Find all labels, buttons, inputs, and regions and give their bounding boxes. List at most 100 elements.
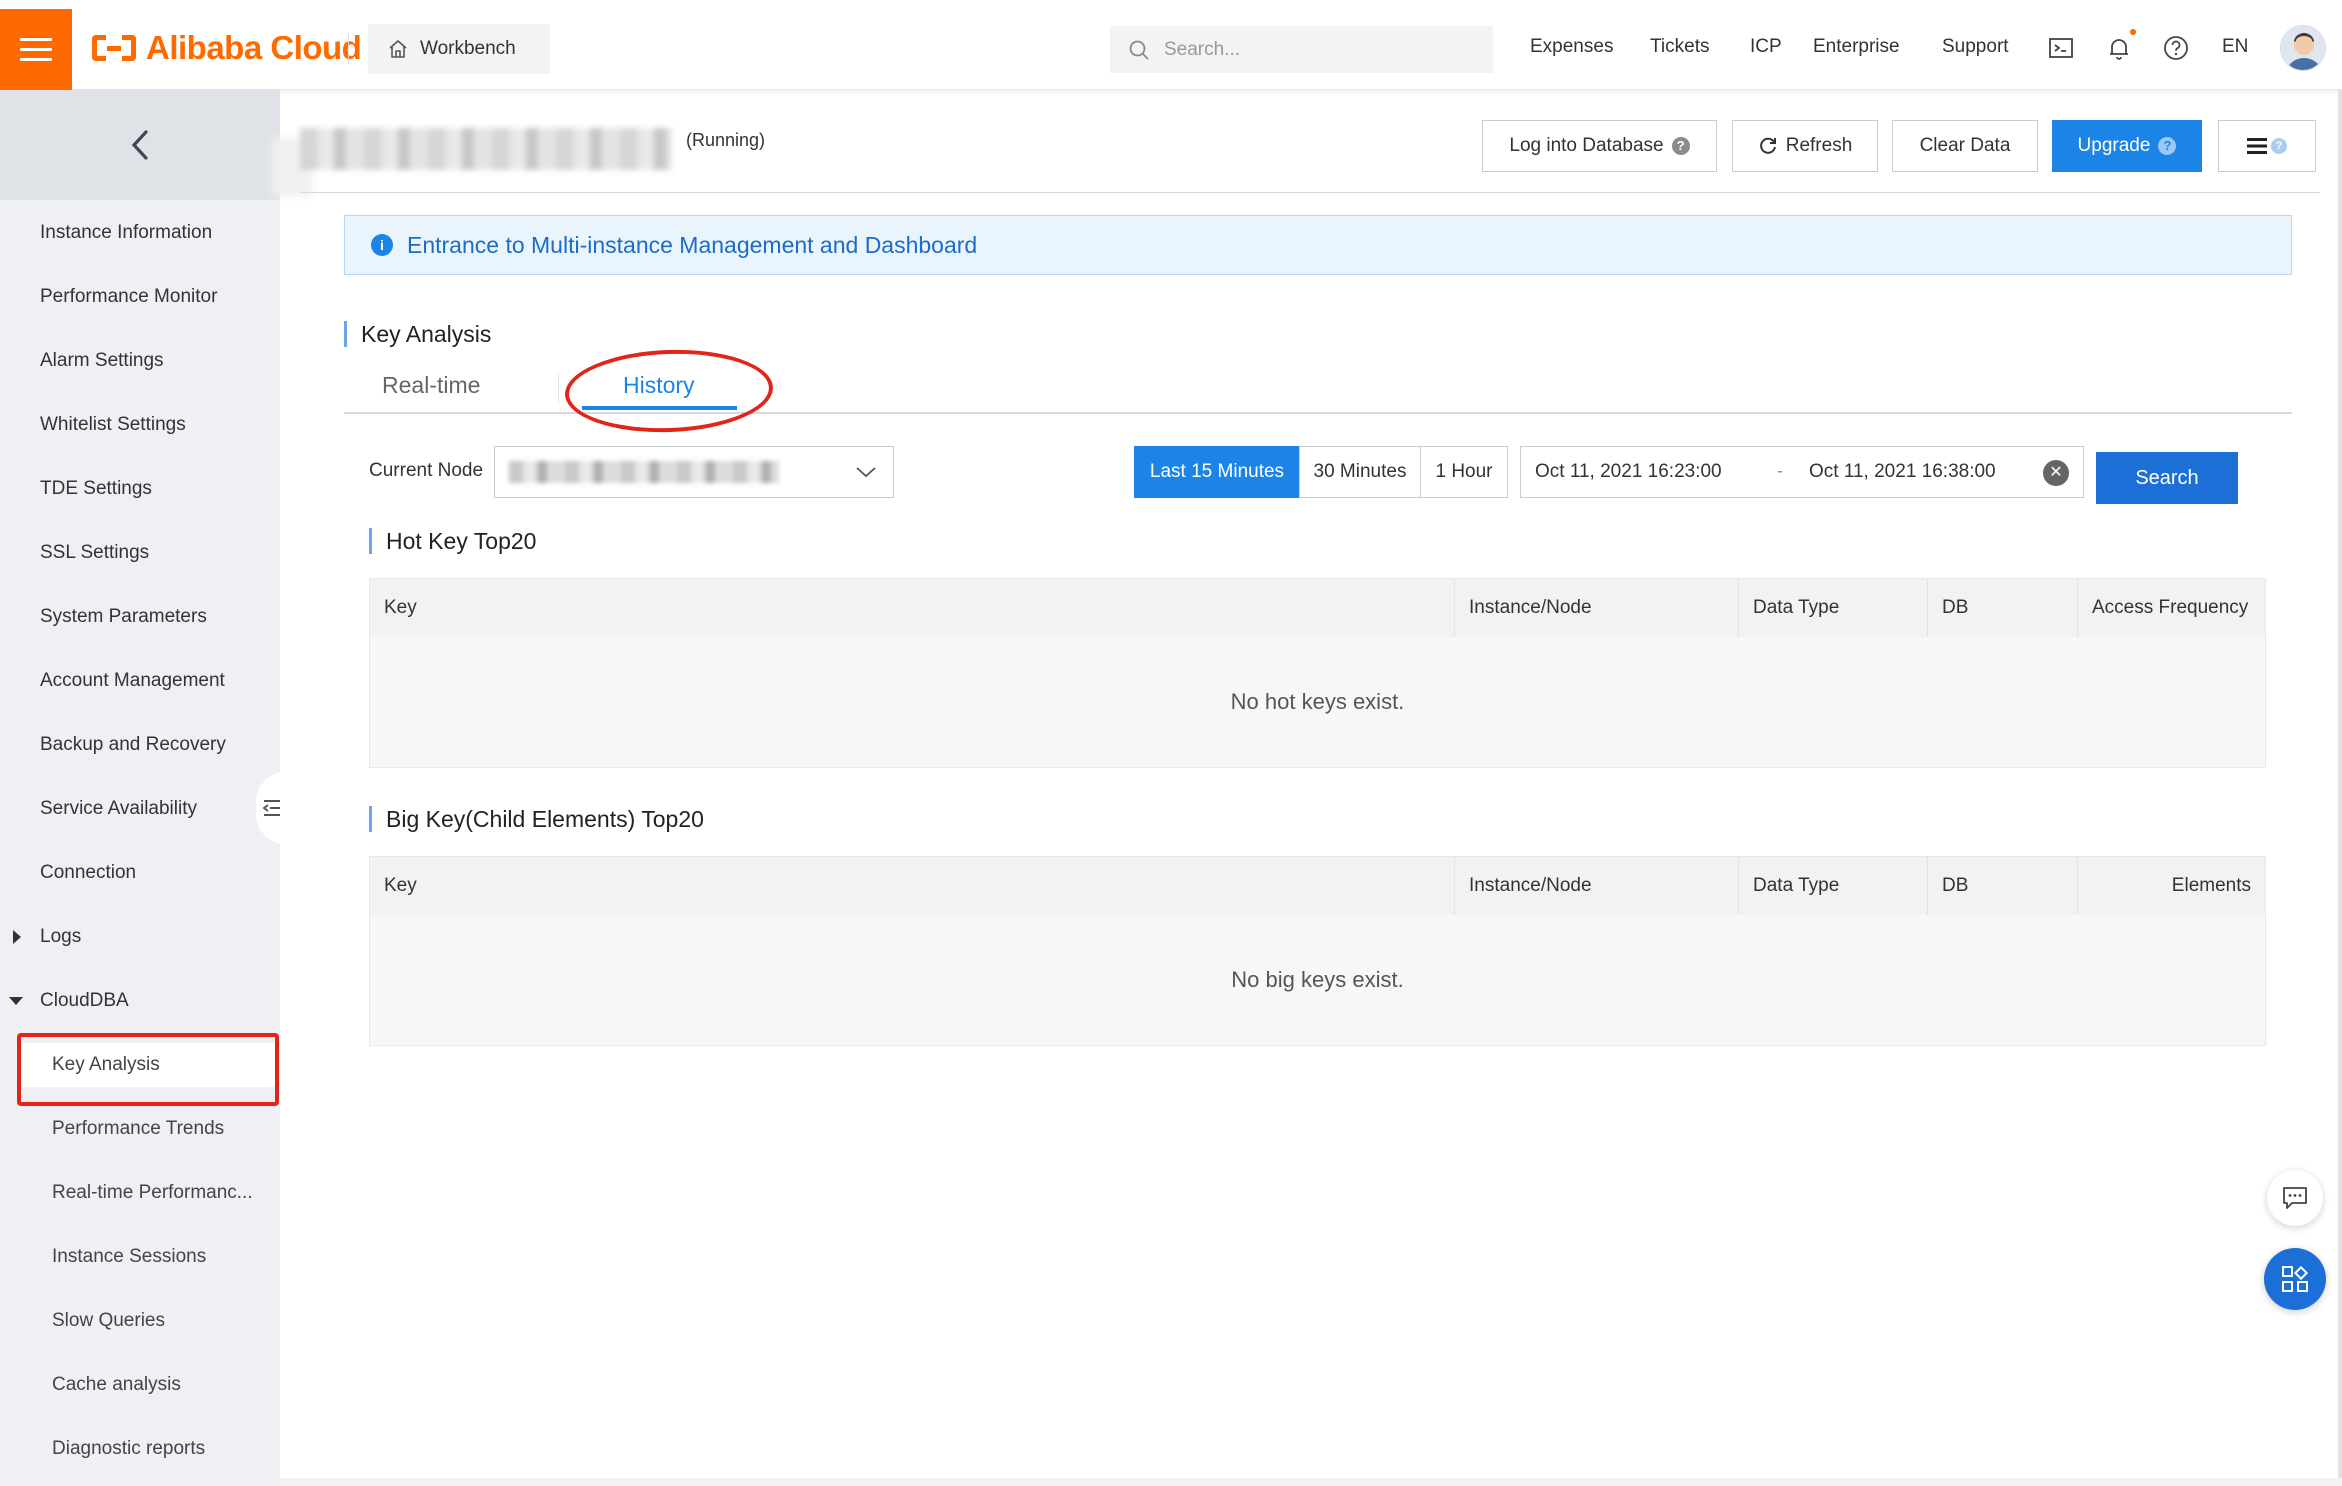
notice-link[interactable]: Entrance to Multi-instance Management an… [407,232,977,259]
help-icon: ? [1671,137,1690,155]
column-header-key[interactable]: Key [370,857,1455,915]
search-button[interactable]: Search [2096,452,2238,504]
sidebar-item-instance-information[interactable]: Instance Information [0,211,280,255]
chevron-down-icon [856,467,876,478]
log-into-database-button[interactable]: Log into Database ? [1482,120,1717,172]
home-icon [389,40,407,58]
top-bar: Alibaba Cloud Workbench Expenses Tickets… [0,0,2342,90]
column-header-db[interactable]: DB [1928,579,2078,637]
avatar[interactable] [2280,25,2326,71]
info-icon: i [371,234,393,256]
table-header: Key Instance/Node Data Type DB Access Fr… [370,579,2265,637]
active-tab-indicator [582,406,737,410]
range-last-15-minutes[interactable]: Last 15 Minutes [1134,446,1300,498]
sidebar-item-ssl-settings[interactable]: SSL Settings [0,531,280,575]
sidebar-header [0,90,280,200]
range-30-minutes[interactable]: 30 Minutes [1299,446,1421,498]
search-input[interactable] [1164,38,1484,61]
sidebar-item-connection[interactable]: Connection [0,851,280,895]
range-separator: - [1777,461,1784,482]
sidebar-item-clouddba[interactable]: CloudDBA [0,979,280,1023]
column-header-data-type[interactable]: Data Type [1739,857,1928,915]
sidebar-item-logs[interactable]: Logs [0,915,280,959]
sidebar-item-performance-trends[interactable]: Performance Trends [0,1107,280,1151]
column-header-key[interactable]: Key [370,579,1455,637]
date-range-picker[interactable]: Oct 11, 2021 16:23:00 - Oct 11, 2021 16:… [1520,446,2084,498]
scrollbar-track[interactable] [2338,90,2342,1486]
tab-realtime[interactable]: Real-time [382,372,480,399]
sidebar-item-performance-monitor[interactable]: Performance Monitor [0,275,280,319]
nav-enterprise[interactable]: Enterprise [1813,36,1900,58]
column-header-access-frequency[interactable]: Access Frequency [2078,579,2265,637]
sidebar-item-backup-and-recovery[interactable]: Backup and Recovery [0,723,280,767]
chat-icon [2283,1187,2307,1209]
caret-down-icon [9,997,23,1005]
instance-id-redacted [300,128,672,170]
current-node-select[interactable] [494,446,894,498]
header-divider [348,34,349,64]
global-search[interactable] [1110,26,1493,73]
table-header: Key Instance/Node Data Type DB Elements [370,857,2265,915]
sidebar-item-account-management[interactable]: Account Management [0,659,280,703]
feedback-button[interactable] [2267,1170,2323,1226]
section-title-hot-keys: Hot Key Top20 [369,528,536,554]
column-header-instance-node[interactable]: Instance/Node [1455,579,1739,637]
workbench-button[interactable]: Workbench [368,24,550,74]
clear-icon[interactable]: ✕ [2043,460,2069,486]
nav-icp[interactable]: ICP [1750,36,1782,58]
nav-support[interactable]: Support [1942,36,2009,58]
tab-history[interactable]: History [623,372,695,399]
hot-key-table: Key Instance/Node Data Type DB Access Fr… [369,578,2266,768]
search-icon [1129,40,1149,60]
menu-icon[interactable] [0,9,72,90]
column-header-db[interactable]: DB [1928,857,2078,915]
refresh-button[interactable]: Refresh [1732,120,1878,172]
help-icon: ? [2271,138,2287,154]
sidebar-item-instance-sessions[interactable]: Instance Sessions [0,1235,280,1279]
instance-status: (Running) [686,130,766,150]
app-root: Alibaba Cloud Workbench Expenses Tickets… [0,0,2342,1486]
apps-button[interactable] [2264,1248,2326,1310]
column-header-elements[interactable]: Elements [2078,857,2265,915]
header-rule [300,192,2320,193]
multi-instance-notice[interactable]: i Entrance to Multi-instance Management … [344,215,2292,275]
sidebar-item-realtime-performance[interactable]: Real-time Performanc... [0,1171,280,1215]
list-menu-icon [2247,138,2267,154]
more-menu-button[interactable]: ? [2218,120,2316,172]
range-1-hour[interactable]: 1 Hour [1420,446,1508,498]
help-icon[interactable] [2162,34,2190,62]
brand-logo[interactable]: Alibaba Cloud [92,28,362,68]
nav-expenses[interactable]: Expenses [1530,36,1613,58]
tab-divider [558,374,559,404]
sidebar-item-diagnostic-reports[interactable]: Diagnostic reports [0,1427,280,1471]
sidebar-item-tde-settings[interactable]: TDE Settings [0,467,280,511]
bell-icon[interactable] [2105,34,2133,62]
sidebar-item-alarm-settings[interactable]: Alarm Settings [0,339,280,383]
brand-name: Alibaba Cloud [146,29,362,66]
sidebar-item-service-availability[interactable]: Service Availability [0,787,280,831]
language-switch[interactable]: EN [2222,36,2248,58]
notification-dot [2130,29,2136,35]
terminal-icon[interactable] [2047,34,2075,62]
current-node-label: Current Node [369,460,484,481]
clear-data-button[interactable]: Clear Data [1892,120,2038,172]
start-time-input[interactable]: Oct 11, 2021 16:23:00 [1535,461,1722,483]
sidebar-item-slow-queries[interactable]: Slow Queries [0,1299,280,1343]
alibaba-cloud-logo-icon [92,33,136,63]
user-avatar-icon [2281,26,2325,70]
page-bottom-edge [280,1478,2342,1486]
column-header-data-type[interactable]: Data Type [1739,579,1928,637]
collapse-menu-icon [262,800,280,816]
upgrade-button[interactable]: Upgrade ? [2052,120,2202,172]
sidebar-item-whitelist-settings[interactable]: Whitelist Settings [0,403,280,447]
sidebar-item-key-analysis[interactable]: Key Analysis [22,1043,276,1087]
empty-state-big-keys: No big keys exist. [370,915,2265,1045]
empty-state-hot-keys: No hot keys exist. [370,637,2265,767]
end-time-input[interactable]: Oct 11, 2021 16:38:00 [1809,461,1996,483]
sidebar-item-cache-analysis[interactable]: Cache analysis [0,1363,280,1407]
nav-tickets[interactable]: Tickets [1650,36,1709,58]
column-header-instance-node[interactable]: Instance/Node [1455,857,1739,915]
caret-right-icon [13,930,21,944]
sidebar-item-system-parameters[interactable]: System Parameters [0,595,280,639]
back-arrow-icon[interactable] [126,128,154,162]
